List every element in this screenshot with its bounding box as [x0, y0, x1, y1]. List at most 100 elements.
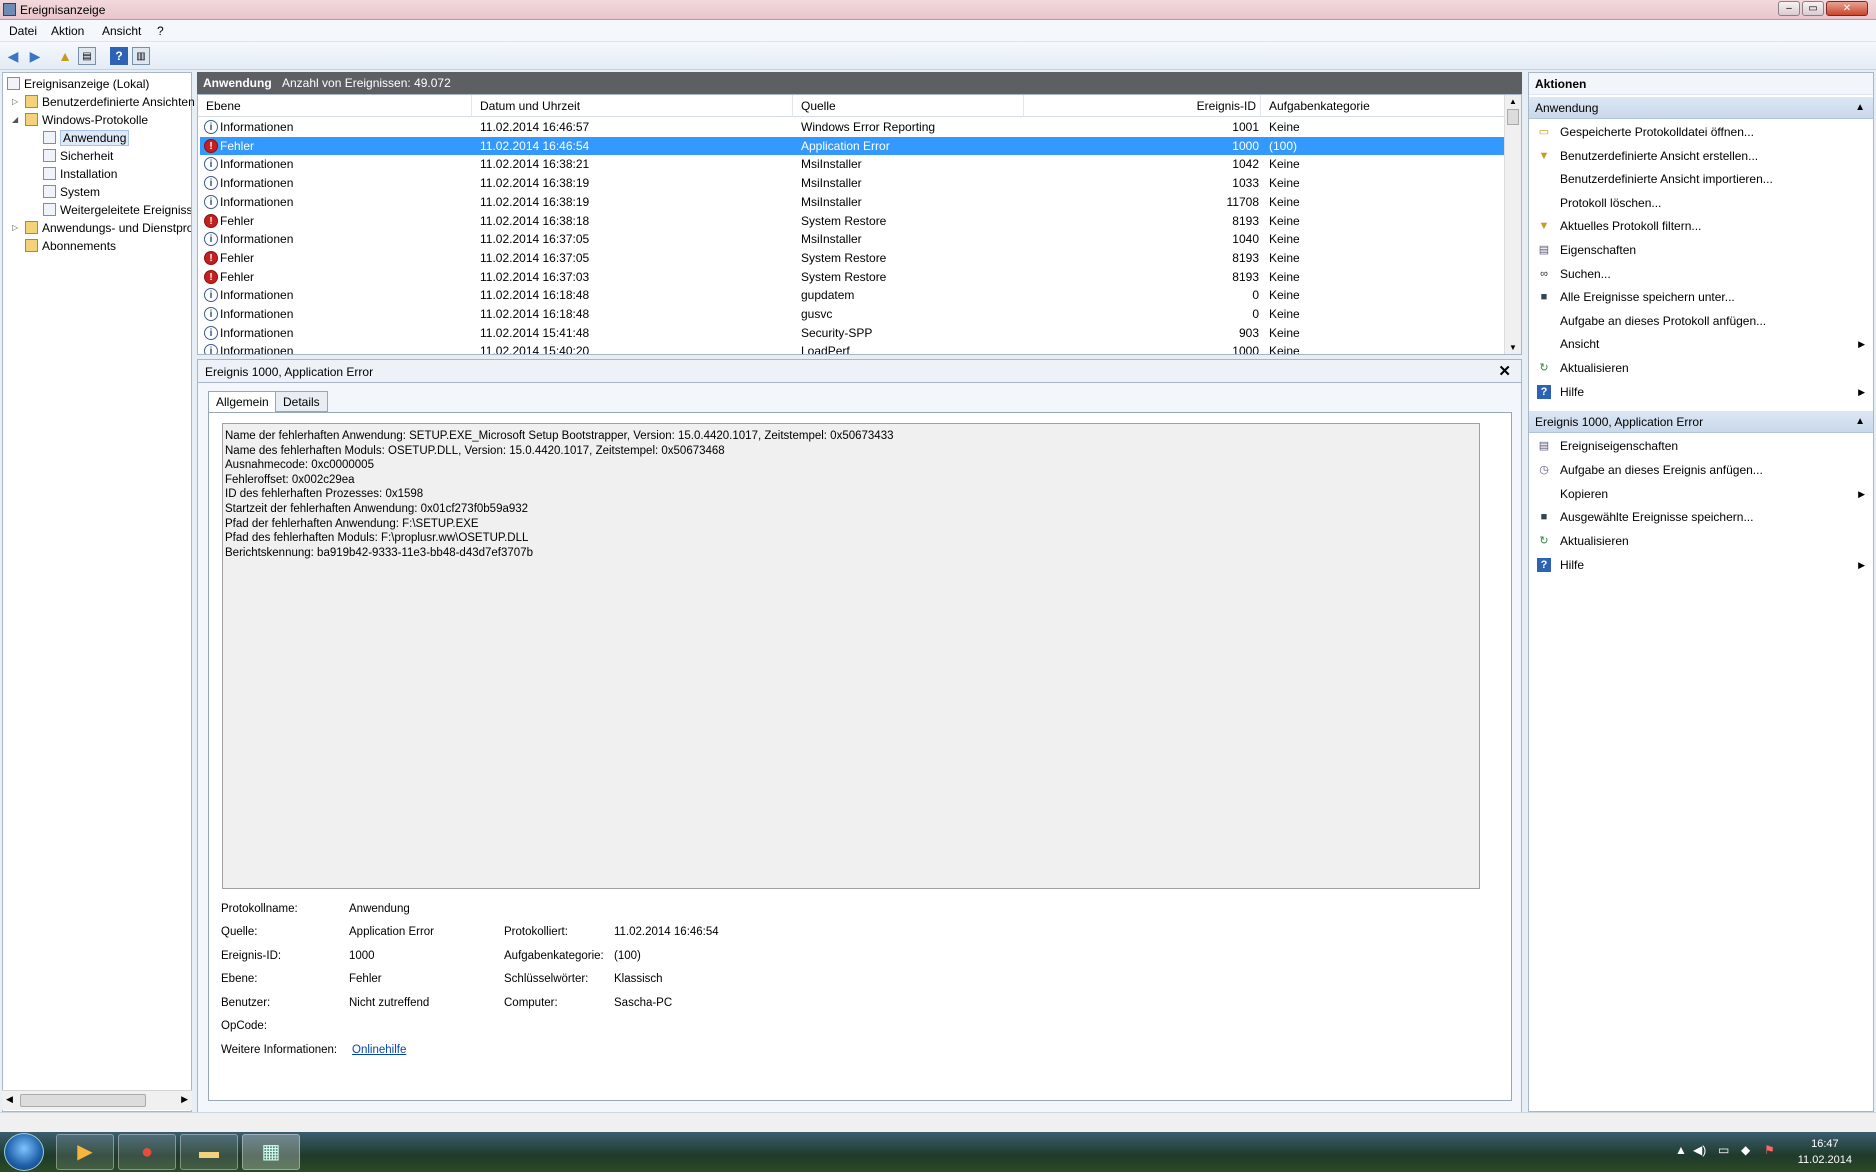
- event-viewer-taskbar-icon[interactable]: ▦: [242, 1134, 300, 1170]
- action-item[interactable]: ▭ Gespeicherte Protokolldatei öffnen...: [1529, 121, 1873, 143]
- event-message[interactable]: Name der fehlerhaften Anwendung: SETUP.E…: [222, 423, 1480, 889]
- scroll-thumb[interactable]: [20, 1094, 146, 1107]
- action-item[interactable]: ▼ Aktuelles Protokoll filtern...: [1529, 215, 1873, 237]
- tree-root[interactable]: Ereignisanzeige (Lokal): [7, 75, 149, 93]
- action-center-flag-icon[interactable]: ⚑: [1764, 1143, 1775, 1157]
- cell-date: 11.02.2014 16:37:03: [480, 269, 590, 284]
- event-row[interactable]: i Informationen 11.02.2014 16:46:57 Windows…: [200, 118, 1504, 136]
- action-item[interactable]: ■ Alle Ereignisse speichern unter...: [1529, 286, 1873, 308]
- col-datum[interactable]: Datum und Uhrzeit: [472, 95, 793, 117]
- action-item[interactable]: Benutzerdefinierte Ansicht importieren..…: [1529, 168, 1873, 190]
- cell-source: Security-SPP: [801, 325, 873, 340]
- scroll-right-icon[interactable]: ▶: [181, 1094, 188, 1105]
- menu-aktion[interactable]: Aktion: [51, 24, 84, 38]
- action-item[interactable]: Ansicht ▶: [1529, 333, 1873, 355]
- tree-log-system[interactable]: System: [43, 183, 100, 201]
- network-icon[interactable]: ▭: [1718, 1143, 1729, 1157]
- actions-section-event[interactable]: Ereignis 1000, Application Error ▲: [1529, 411, 1873, 433]
- col-kategorie[interactable]: Aufgabenkategorie: [1261, 95, 1506, 117]
- minimize-button[interactable]: –: [1778, 1, 1800, 16]
- action-item[interactable]: ↻ Aktualisieren: [1529, 357, 1873, 379]
- tree-subscriptions[interactable]: Abonnements: [25, 237, 116, 255]
- tree-windows-logs[interactable]: Windows-Protokolle: [25, 111, 148, 129]
- action-item[interactable]: Protokoll löschen...: [1529, 192, 1873, 214]
- tree-log-sicherheit[interactable]: Sicherheit: [43, 147, 113, 165]
- show-hide-tree-icon[interactable]: ▤: [78, 47, 96, 65]
- cell-date: 11.02.2014 16:38:18: [480, 213, 590, 228]
- menu-ansicht[interactable]: Ansicht: [102, 24, 141, 38]
- close-detail-icon[interactable]: ✕: [1498, 362, 1511, 380]
- tree-log-installation[interactable]: Installation: [43, 165, 117, 183]
- col-ebene[interactable]: Ebene: [198, 95, 472, 117]
- col-quelle[interactable]: Quelle: [793, 95, 1024, 117]
- action-item[interactable]: ↻ Aktualisieren: [1529, 530, 1873, 552]
- scroll-left-icon[interactable]: ◀: [6, 1094, 13, 1105]
- event-row[interactable]: ! Fehler 11.02.2014 16:38:18 System Restore…: [200, 212, 1504, 230]
- tree-horizontal-scrollbar[interactable]: ◀ ▶: [2, 1090, 192, 1110]
- volume-icon[interactable]: ◀): [1693, 1143, 1706, 1157]
- scroll-down-icon[interactable]: ▼: [1509, 343, 1517, 352]
- list-vertical-scrollbar[interactable]: ▲ ▼: [1504, 95, 1521, 354]
- expand-icon[interactable]: ▷: [12, 97, 18, 106]
- log-icon: [43, 185, 56, 198]
- event-row[interactable]: i Informationen 11.02.2014 16:37:05 MsiInst…: [200, 230, 1504, 248]
- tree-log-anwendung[interactable]: Anwendung: [43, 129, 130, 147]
- cell-id: 1042: [1232, 157, 1259, 172]
- status-bar: [0, 1112, 1876, 1132]
- collapse-section-icon[interactable]: ▲: [1855, 411, 1865, 433]
- forward-icon[interactable]: ▶: [26, 47, 44, 65]
- info-icon: i: [204, 120, 218, 134]
- tree-log-forwarded[interactable]: Weitergeleitete Ereignisse: [43, 201, 191, 219]
- collapse-section-icon[interactable]: ▲: [1855, 97, 1865, 119]
- up-folder-icon[interactable]: ▲: [56, 47, 74, 65]
- event-row[interactable]: i Informationen 11.02.2014 16:38:19 MsiInst…: [200, 193, 1504, 211]
- action-item[interactable]: ◷ Aufgabe an dieses Ereignis anfügen...: [1529, 459, 1873, 481]
- event-row[interactable]: i Informationen 11.02.2014 15:41:48 Securit…: [200, 324, 1504, 342]
- tab-details[interactable]: Details: [275, 391, 328, 412]
- clock[interactable]: 16:47 11.02.2014: [1798, 1136, 1852, 1168]
- show-hide-actions-icon[interactable]: ▥: [132, 47, 150, 65]
- event-row[interactable]: i Informationen 11.02.2014 16:18:48 gupdate…: [200, 286, 1504, 304]
- action-item[interactable]: Aufgabe an dieses Protokoll anfügen...: [1529, 310, 1873, 332]
- event-row[interactable]: i Informationen 11.02.2014 15:40:20 LoadPer…: [200, 342, 1504, 354]
- explorer-icon[interactable]: ▬: [180, 1134, 238, 1170]
- media-player-icon[interactable]: ▶: [56, 1134, 114, 1170]
- chrome-icon[interactable]: ●: [118, 1134, 176, 1170]
- cell-cat: Keine: [1269, 307, 1300, 321]
- expand-icon[interactable]: ▷: [12, 223, 18, 232]
- action-item[interactable]: ? Hilfe ▶: [1529, 381, 1873, 403]
- action-item[interactable]: ▤ Ereigniseigenschaften: [1529, 435, 1873, 457]
- event-row[interactable]: i Informationen 11.02.2014 16:38:21 MsiInst…: [200, 155, 1504, 173]
- actions-section-log[interactable]: Anwendung ▲: [1529, 97, 1873, 119]
- event-row[interactable]: ! Fehler 11.02.2014 16:46:54 Application Er…: [200, 136, 1504, 155]
- close-button[interactable]: ✕: [1826, 1, 1868, 16]
- tray-expand-icon[interactable]: ▲: [1675, 1143, 1687, 1157]
- event-row[interactable]: ! Fehler 11.02.2014 16:37:05 System Restore…: [200, 249, 1504, 267]
- action-item[interactable]: ? Hilfe ▶: [1529, 554, 1873, 576]
- scroll-up-icon[interactable]: ▲: [1509, 97, 1517, 106]
- tree-app-services[interactable]: Anwendungs- und Dienstprotokolle: [25, 219, 191, 237]
- event-row[interactable]: i Informationen 11.02.2014 16:18:48 gusvc 0 K…: [200, 305, 1504, 323]
- tab-allgemein[interactable]: Allgemein: [208, 391, 277, 413]
- event-row[interactable]: ! Fehler 11.02.2014 16:37:03 System Restore…: [200, 268, 1504, 286]
- action-item[interactable]: Kopieren ▶: [1529, 483, 1873, 505]
- prop-id: 1000: [349, 950, 375, 962]
- dropbox-icon[interactable]: ◆: [1741, 1143, 1750, 1157]
- menu-datei[interactable]: Datei: [9, 24, 37, 38]
- back-icon[interactable]: ◀: [4, 47, 22, 65]
- action-item[interactable]: ■ Ausgewählte Ereignisse speichern...: [1529, 506, 1873, 528]
- menu-help[interactable]: ?: [157, 24, 164, 38]
- scroll-thumb[interactable]: [1507, 109, 1519, 125]
- start-button[interactable]: [4, 1133, 44, 1171]
- cell-level: Fehler: [220, 213, 255, 228]
- action-item[interactable]: ▤ Eigenschaften: [1529, 239, 1873, 261]
- help-icon[interactable]: ?: [110, 47, 128, 65]
- maximize-button[interactable]: ▭: [1802, 1, 1824, 16]
- col-id[interactable]: Ereignis-ID: [1024, 95, 1261, 117]
- action-item[interactable]: ∞ Suchen...: [1529, 263, 1873, 285]
- online-help-link[interactable]: Onlinehilfe: [352, 1044, 406, 1056]
- action-item[interactable]: ▼ Benutzerdefinierte Ansicht erstellen...: [1529, 145, 1873, 167]
- tree-custom-views[interactable]: Benutzerdefinierte Ansichten: [25, 93, 195, 111]
- event-row[interactable]: i Informationen 11.02.2014 16:38:19 MsiInst…: [200, 174, 1504, 192]
- collapse-icon[interactable]: ◢: [12, 115, 18, 124]
